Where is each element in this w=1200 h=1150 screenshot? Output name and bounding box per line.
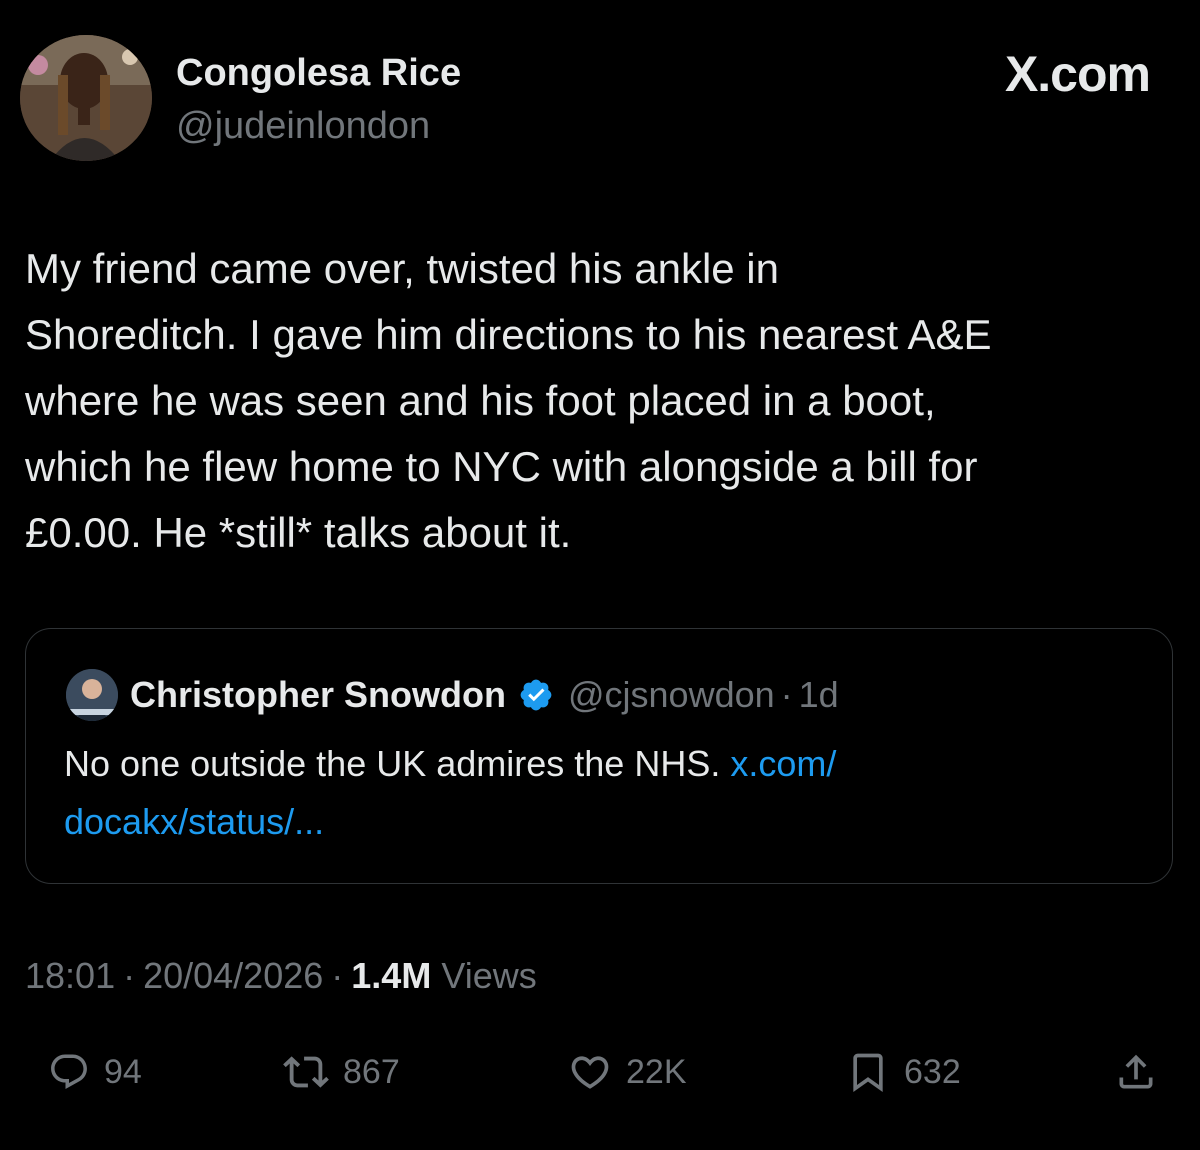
reply-icon [51, 1054, 87, 1089]
author-avatar-image [20, 35, 152, 161]
share-button[interactable] [1114, 1042, 1158, 1102]
tweet-time[interactable]: 18:01 [25, 955, 115, 997]
bookmark-button[interactable]: 632 [846, 1042, 961, 1102]
bookmark-icon [853, 1053, 883, 1093]
author-handle[interactable]: @judeinlondon [176, 103, 430, 149]
quoted-time[interactable]: 1d [799, 674, 839, 716]
reply-count: 94 [104, 1052, 142, 1091]
meta-separator: · [331, 955, 344, 996]
like-count: 22K [626, 1052, 687, 1091]
quoted-text-body: No one outside the UK admires the NHS. [64, 743, 731, 784]
tweet-text: My friend came over, twisted his ankle i… [25, 245, 992, 556]
quoted-tweet-text: No one outside the UK admires the NHS. x… [64, 735, 1134, 851]
reply-button[interactable]: 94 [48, 1042, 142, 1102]
bookmark-count: 632 [904, 1052, 961, 1091]
quoted-tweet-card[interactable]: Christopher Snowdon @cjsnowdon · 1d No o… [25, 628, 1173, 884]
quoted-author-name[interactable]: Christopher Snowdon [130, 674, 506, 716]
tweet-meta: 18:01 · 20/04/2026 · 1.4M Views [25, 950, 537, 1002]
views-count: 1.4M [351, 955, 432, 996]
like-button[interactable]: 22K [568, 1042, 687, 1102]
quoted-author-handle[interactable]: @cjsnowdon [568, 674, 775, 716]
tweet-date[interactable]: 20/04/2026 [143, 955, 323, 997]
author-avatar[interactable] [20, 35, 152, 161]
quoted-link-part2[interactable]: docakx/status/... [64, 801, 324, 842]
author-name[interactable]: Congolesa Rice [176, 50, 461, 96]
like-icon [571, 1056, 609, 1089]
brand-label: X.com [1004, 46, 1151, 102]
quoted-avatar-image [66, 669, 118, 721]
quoted-author-avatar[interactable] [66, 669, 118, 721]
quoted-tweet-header: Christopher Snowdon @cjsnowdon · 1d [130, 671, 839, 719]
quoted-link-part1[interactable]: x.com/ [730, 743, 836, 784]
repost-count: 867 [343, 1052, 400, 1091]
views-label: Views [441, 955, 537, 996]
verified-badge-icon [520, 679, 552, 711]
share-icon [1119, 1054, 1153, 1089]
repost-icon [283, 1056, 329, 1088]
repost-button[interactable]: 867 [283, 1042, 400, 1102]
quoted-separator: · [780, 674, 793, 715]
meta-separator: · [123, 955, 136, 996]
